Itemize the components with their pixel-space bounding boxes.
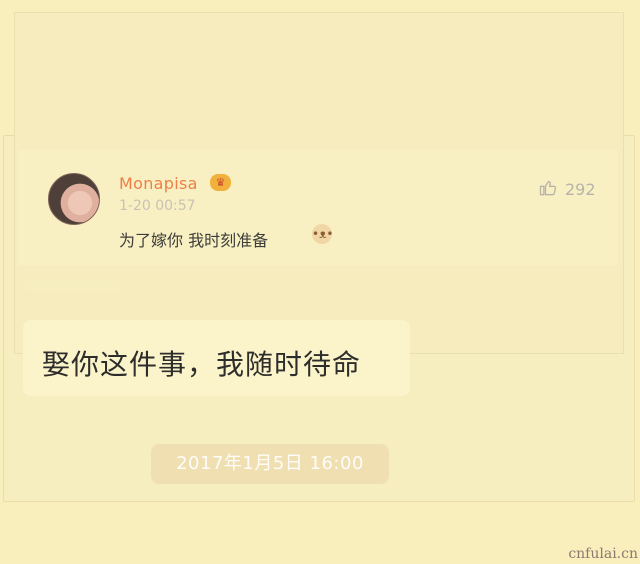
watermark: cnfulai.cn (568, 546, 638, 562)
thumbs-up-icon[interactable] (538, 178, 558, 198)
like-count[interactable]: 292 (565, 180, 596, 199)
message-text: 娶你这件事，我随时待命 (42, 348, 362, 381)
cat-face-emoji-icon: •ᴥ• (312, 224, 333, 244)
partial-message-bubble (23, 281, 124, 291)
comment-item (18, 150, 618, 265)
avatar[interactable] (48, 173, 100, 225)
comment-timestamp: 1-20 00:57 (119, 198, 196, 214)
message-time: 2017年1月5日 16:00 (151, 444, 389, 484)
comment-text: 为了嫁你 我时刻准备 (119, 231, 269, 250)
username[interactable]: Monapisa (119, 174, 198, 193)
crown-badge-icon: ♛ (210, 174, 231, 191)
